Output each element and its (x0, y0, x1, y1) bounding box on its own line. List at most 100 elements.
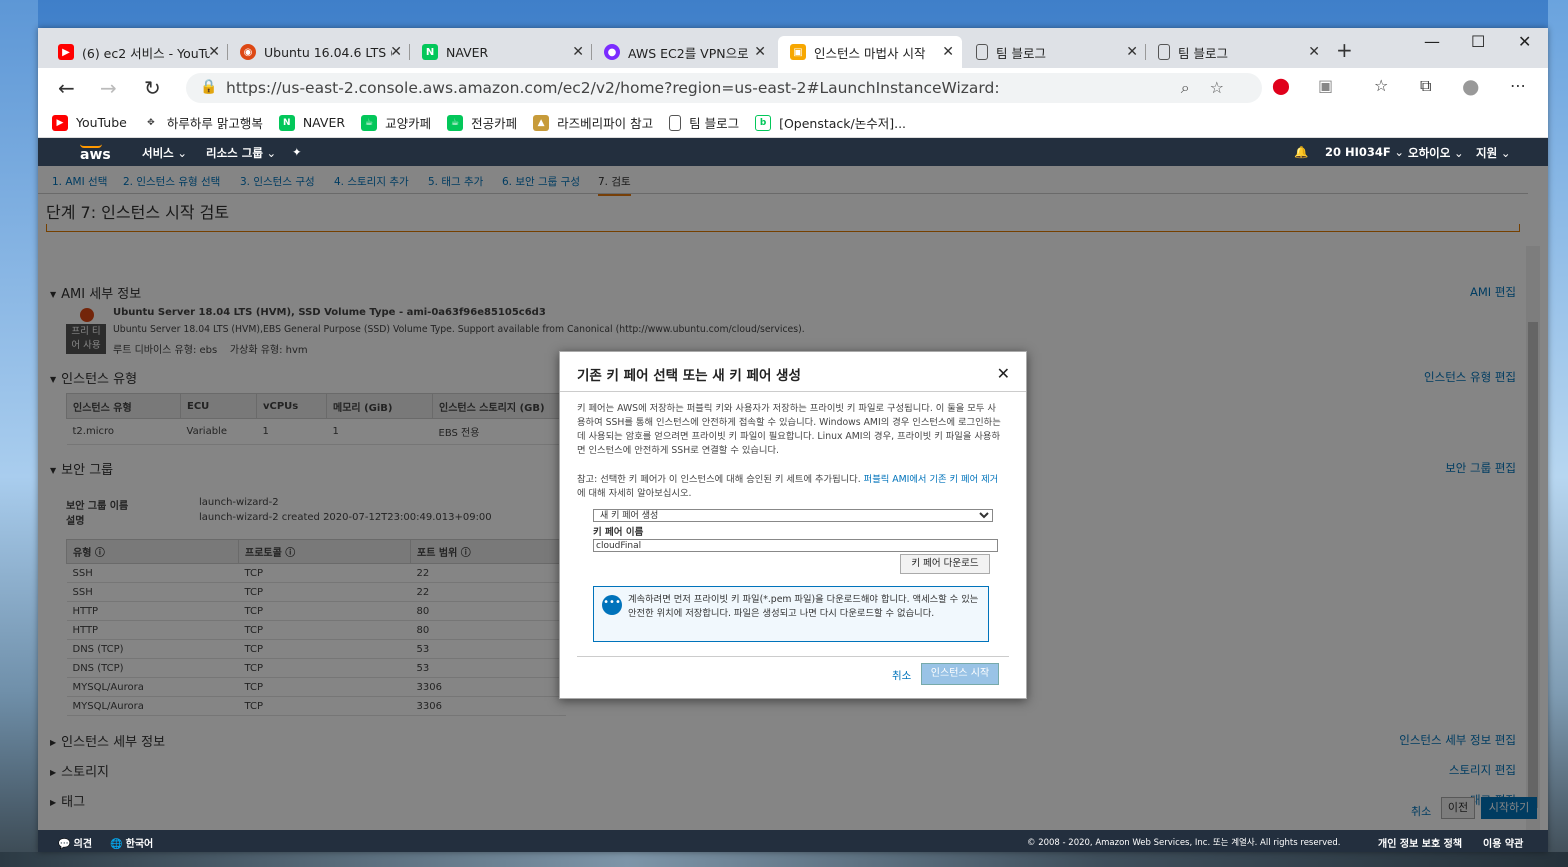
tab-ubuntu[interactable]: ◉ Ubuntu 16.04.6 LTS (X ✕ (228, 36, 410, 68)
tab-team-blog[interactable]: 팀 블로그 ✕ (964, 36, 1146, 68)
dialog-title: 기존 키 페어 선택 또는 새 키 페어 생성 (560, 352, 1026, 392)
region-menu[interactable]: 오하이오 ⌄ (1408, 145, 1464, 161)
page-icon (669, 114, 682, 131)
lock-icon: 🔒 (200, 79, 218, 95)
account-label: 20 HI034F (1325, 145, 1391, 159)
bookmark-youtube[interactable]: ▶ YouTube (52, 114, 127, 131)
feedback-link[interactable]: 💬 의견 (58, 835, 92, 850)
pin-icon[interactable]: ✦ (292, 145, 302, 159)
dialog-cancel-link[interactable]: 취소 (892, 668, 911, 683)
tab-team-blog-2[interactable]: 팀 블로그 ✕ (1146, 36, 1328, 68)
terms-link[interactable]: 이용 약관 (1483, 835, 1523, 850)
ubuntu-icon: ◉ (240, 44, 256, 60)
bookmark-label: 전공카페 (471, 116, 518, 131)
close-window-icon[interactable]: ✕ (1518, 32, 1531, 51)
aws-smile-icon (80, 144, 102, 148)
close-tab-icon[interactable]: ✕ (942, 44, 954, 60)
address-bar: ← → ↻ 🔒 https://us-east-2.console.aws.am… (38, 68, 1548, 108)
media-icon[interactable]: ▣ (1318, 76, 1333, 95)
back-icon[interactable]: ← (58, 76, 75, 100)
collections-icon[interactable]: ⧉ (1420, 76, 1431, 96)
language-menu[interactable]: 🌐 한국어 (110, 835, 153, 850)
bookmark-label: [Openstack/논수저]... (779, 116, 907, 131)
tab-title: (6) ec2 서비스 - YouTu (82, 45, 210, 61)
bookmark-cafe-1[interactable]: ☕ 교양카페 (361, 113, 431, 132)
tab-naver[interactable]: N NAVER ✕ (410, 36, 592, 68)
bookmark-label: NAVER (302, 115, 346, 130)
download-key-pair-button[interactable]: 키 페어 다운로드 (900, 554, 990, 574)
bottom-bar: 💬 의견 🌐 한국어 © 2008 - 2020, Amazon Web Ser… (38, 830, 1548, 852)
language-label: 한국어 (125, 839, 154, 850)
url-field[interactable]: 🔒 https://us-east-2.console.aws.amazon.c… (186, 73, 1262, 103)
bookmark-daily[interactable]: ✥ 하루하루 맑고행복 (143, 113, 263, 132)
tab-vpn[interactable]: ● AWS EC2를 VPN으로 ✕ (592, 36, 774, 68)
tab-title: Ubuntu 16.04.6 LTS (X (264, 44, 392, 60)
key-pair-name-input[interactable] (593, 539, 998, 552)
info-box: ••• 계속하려면 먼저 프라이빗 키 파일(*.pem 파일)을 다운로드해야… (593, 586, 989, 642)
speech-bubble-icon: ••• (602, 595, 622, 615)
close-tab-icon[interactable]: ✕ (208, 44, 220, 60)
tab-title: AWS EC2를 VPN으로 (628, 45, 749, 61)
launch-instance-button[interactable]: 인스턴스 시작 (921, 663, 999, 685)
dialog-description: 키 페어는 AWS에 저장하는 퍼블릭 키와 사용자가 저장하는 프라이빗 키 … (577, 403, 1001, 456)
copyright-text: © 2008 - 2020, Amazon Web Services, Inc.… (1027, 838, 1341, 848)
key-pair-dialog: 기존 키 페어 선택 또는 새 키 페어 생성 ✕ 키 페어는 AWS에 저장하… (559, 351, 1027, 699)
close-tab-icon[interactable]: ✕ (390, 44, 402, 60)
tab-launch-wizard[interactable]: ▣ 인스턴스 마법사 시작 ✕ (778, 36, 962, 68)
note-text: 참고: 선택한 키 페어가 이 인스턴스에 대해 승인된 키 세트에 추가됩니다… (577, 474, 864, 485)
close-tab-icon[interactable]: ✕ (1126, 44, 1138, 60)
tab-youtube[interactable]: ▶ (6) ec2 서비스 - YouTu ✕ (46, 36, 228, 68)
bookmark-naver[interactable]: N NAVER (278, 114, 346, 131)
resource-groups-label: 리소스 그룹 (206, 146, 263, 160)
bookmark-raspberry[interactable]: ▲ 라즈베리파이 참고 (533, 113, 653, 132)
bookmark-openstack[interactable]: b [Openstack/논수저]... (755, 113, 906, 132)
vpn-icon: ● (604, 44, 620, 60)
privacy-link[interactable]: 개인 정보 보호 정책 (1378, 835, 1462, 850)
support-menu[interactable]: 지원 ⌄ (1476, 145, 1510, 161)
feedback-label: 의견 (73, 839, 93, 850)
more-icon[interactable]: ⋯ (1510, 76, 1526, 95)
reload-icon[interactable]: ↻ (144, 76, 161, 100)
dialog-note: 참고: 선택한 키 페어가 이 인스턴스에 대해 승인된 키 세트에 추가됩니다… (577, 473, 1003, 501)
bookmark-label: 교양카페 (385, 116, 432, 131)
cafe-icon: ☕ (361, 114, 378, 131)
youtube-icon: ▶ (52, 114, 68, 131)
close-tab-icon[interactable]: ✕ (754, 44, 766, 60)
bookmark-team-blog[interactable]: 팀 블로그 (669, 113, 739, 132)
aws-icon: ▣ (790, 44, 806, 60)
account-menu[interactable]: 20 HI034F ⌄ (1325, 145, 1404, 159)
page-icon (976, 44, 988, 60)
forward-icon[interactable]: → (100, 76, 117, 100)
region-label: 오하이오 (1408, 146, 1451, 160)
note-text-suffix: 에 대해 자세히 알아보십시오. (577, 488, 692, 499)
resource-groups-menu[interactable]: 리소스 그룹 ⌄ (206, 145, 276, 161)
services-label: 서비스 (142, 146, 174, 160)
close-tab-icon[interactable]: ✕ (572, 44, 584, 60)
favorites-icon[interactable]: ☆ (1374, 76, 1388, 95)
naver-icon: N (422, 44, 438, 60)
close-icon[interactable]: ✕ (997, 364, 1010, 383)
close-tab-icon[interactable]: ✕ (1308, 44, 1320, 60)
key-pair-select[interactable]: 새 키 페어 생성 (593, 509, 993, 522)
desktop-background-bottom (0, 852, 1568, 867)
opera-icon[interactable]: ⬤ (1272, 76, 1290, 95)
aws-logo-text: aws (80, 147, 111, 163)
maximize-icon[interactable]: ☐ (1471, 32, 1485, 51)
bookmark-label: YouTube (76, 115, 127, 130)
bookmarks-bar: ▶ YouTube ✥ 하루하루 맑고행복 N NAVER ☕ 교양카페 ☕ 전공카페 ▲… (38, 108, 1548, 138)
tab-title: 팀 블로그 (1178, 45, 1228, 61)
browser-window: ▶ (6) ec2 서비스 - YouTu ✕ ◉ Ubuntu 16.04.6… (38, 28, 1548, 852)
support-label: 지원 (1476, 146, 1498, 160)
profile-icon[interactable]: ● (1462, 74, 1479, 98)
minimize-icon[interactable]: — (1424, 32, 1440, 51)
blog-icon: b (755, 114, 772, 131)
remove-key-pair-link[interactable]: 퍼블릭 AMI에서 기존 키 페어 제거 (864, 474, 999, 485)
services-menu[interactable]: 서비스 ⌄ (142, 145, 187, 161)
new-tab-icon[interactable]: + (1336, 38, 1353, 62)
bookmark-label: 하루하루 맑고행복 (166, 116, 263, 131)
cafe-icon: ☕ (447, 114, 464, 131)
bell-icon[interactable]: 🔔 (1294, 145, 1308, 159)
zoom-star-icons[interactable]: ⌕☆ (1181, 78, 1244, 98)
tab-title: 인스턴스 마법사 시작 (814, 45, 926, 61)
bookmark-cafe-2[interactable]: ☕ 전공카페 (447, 113, 517, 132)
